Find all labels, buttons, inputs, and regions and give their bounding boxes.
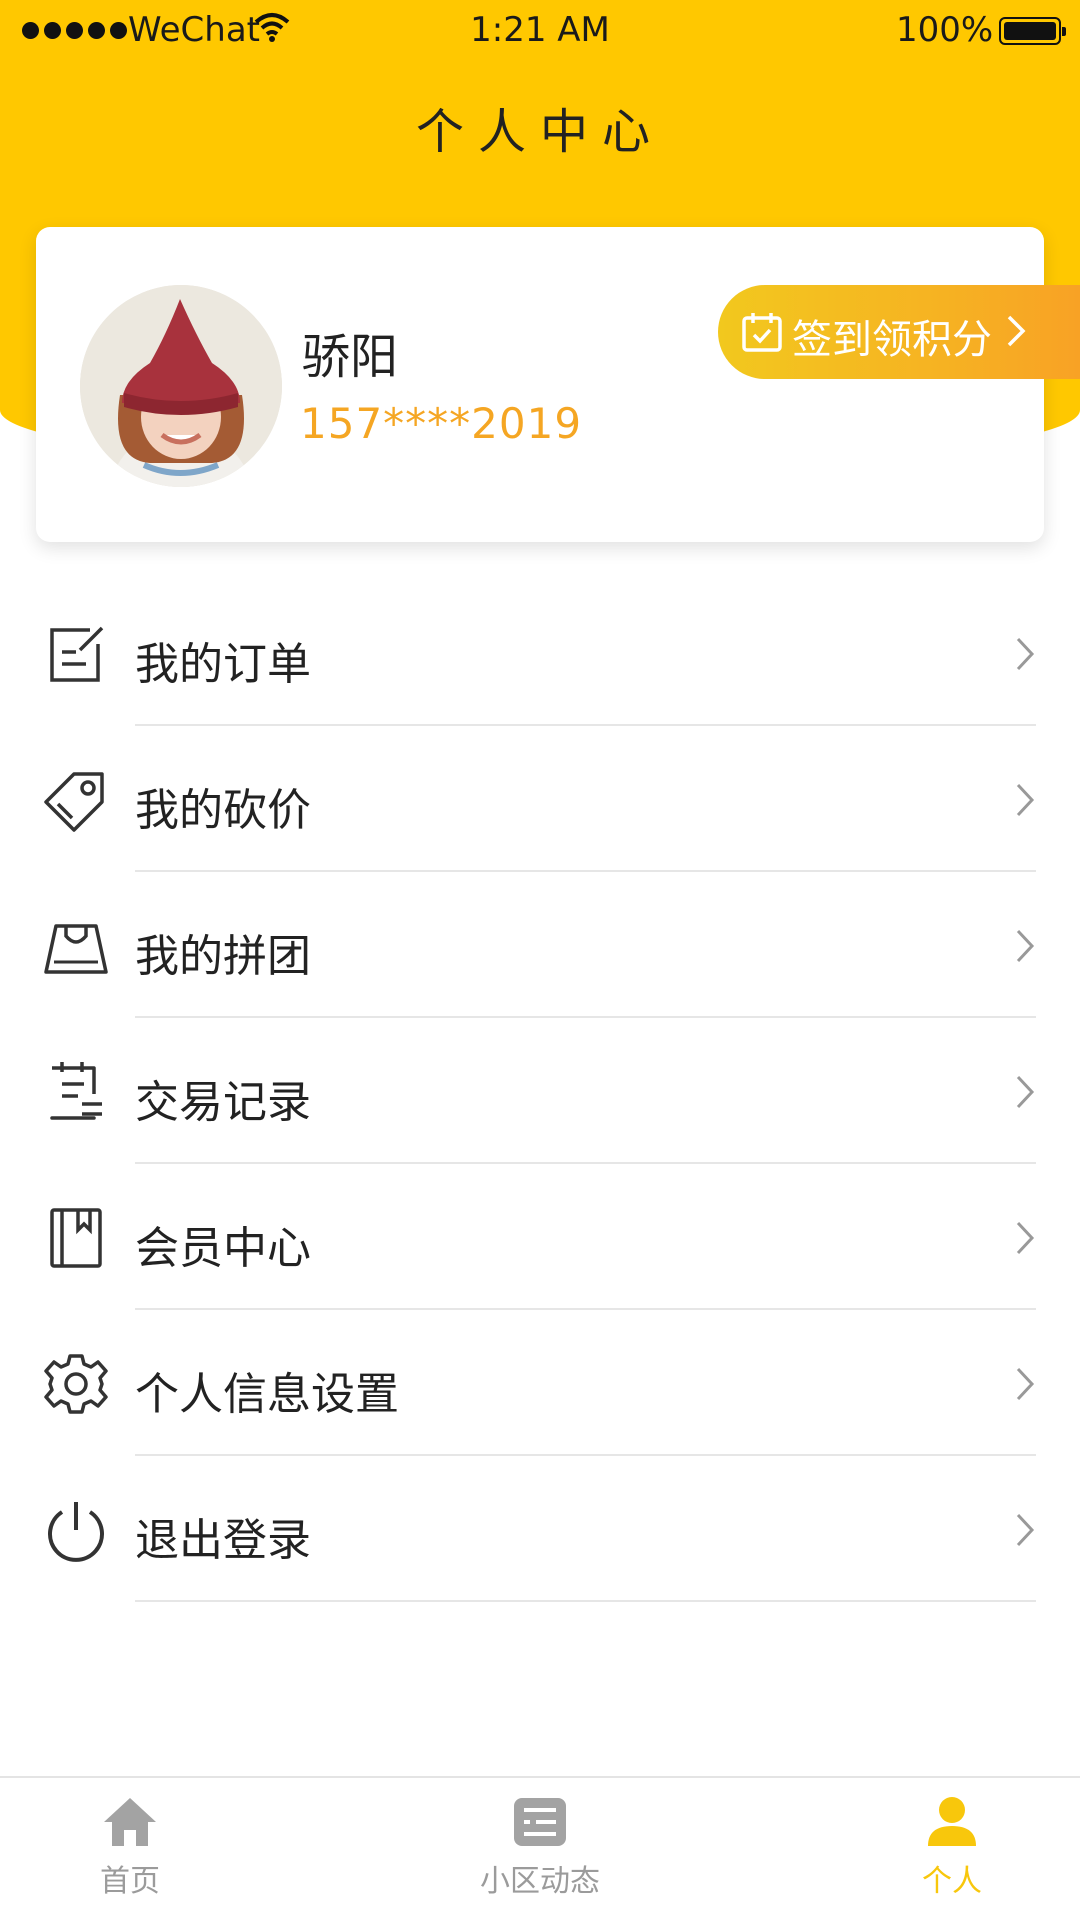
person-icon bbox=[928, 1797, 976, 1846]
gear-icon bbox=[44, 1354, 108, 1414]
chevron-right-icon bbox=[1016, 929, 1035, 963]
page-title: 个人中心 bbox=[415, 104, 664, 160]
tab-label: 首页 bbox=[100, 1864, 160, 1899]
battery-icon bbox=[999, 17, 1066, 45]
battery-percent: 100% bbox=[896, 10, 994, 50]
menu-item-label: 个人信息设置 bbox=[135, 1369, 399, 1420]
tab-personal[interactable]: 个人 bbox=[852, 1796, 1052, 1900]
avatar[interactable] bbox=[80, 285, 282, 487]
tab-label: 小区动态 bbox=[480, 1864, 600, 1899]
tab-home[interactable]: 首页 bbox=[30, 1796, 230, 1900]
news-icon bbox=[514, 1798, 566, 1846]
tab-label: 个人 bbox=[922, 1864, 982, 1899]
chevron-right-icon bbox=[1016, 783, 1035, 817]
menu-item-bargain[interactable]: 我的砍价 bbox=[0, 726, 1080, 872]
chevron-right-icon bbox=[1016, 1367, 1035, 1401]
user-phone: 157****2019 bbox=[300, 399, 583, 448]
menu-item-transactions[interactable]: 交易记录 bbox=[0, 1018, 1080, 1164]
menu-item-label: 交易记录 bbox=[135, 1077, 311, 1128]
chevron-right-icon bbox=[1016, 637, 1035, 671]
menu-item-label: 会员中心 bbox=[135, 1223, 311, 1274]
power-icon bbox=[48, 1502, 104, 1562]
divider bbox=[135, 1600, 1036, 1602]
chevron-right-icon bbox=[1016, 1513, 1035, 1547]
calendar-check-icon bbox=[742, 313, 782, 352]
sign-in-button[interactable]: 签到领积分 bbox=[718, 285, 1080, 379]
shopping-bag-icon bbox=[44, 924, 108, 974]
menu-item-label: 退出登录 bbox=[135, 1515, 311, 1566]
order-icon bbox=[50, 626, 104, 682]
menu-item-orders[interactable]: 我的订单 bbox=[0, 580, 1080, 726]
receipt-icon bbox=[50, 1062, 102, 1120]
menu-item-profile-settings[interactable]: 个人信息设置 bbox=[0, 1310, 1080, 1456]
menu-item-label: 我的拼团 bbox=[135, 931, 311, 982]
menu-item-logout[interactable]: 退出登录 bbox=[0, 1456, 1080, 1602]
home-icon bbox=[104, 1798, 156, 1846]
chevron-right-icon bbox=[1016, 1075, 1035, 1109]
menu-item-membership[interactable]: 会员中心 bbox=[0, 1164, 1080, 1310]
menu-item-group-buy[interactable]: 我的拼团 bbox=[0, 872, 1080, 1018]
sign-in-label: 签到领积分 bbox=[792, 317, 992, 363]
user-name: 骄阳 bbox=[302, 329, 399, 385]
chevron-right-icon bbox=[1016, 1221, 1035, 1255]
profile-card: 骄阳 157****2019 bbox=[36, 227, 1044, 542]
menu-item-label: 我的砍价 bbox=[135, 785, 311, 836]
price-tag-icon bbox=[44, 772, 104, 832]
menu-item-label: 我的订单 bbox=[135, 639, 311, 690]
tab-bar: 首页 小区动态 个人 bbox=[0, 1776, 1080, 1922]
status-bar: WeChat 1:21 AM 100% bbox=[0, 0, 1080, 62]
book-icon bbox=[50, 1208, 102, 1268]
tab-news[interactable]: 小区动态 bbox=[440, 1796, 640, 1900]
chevron-right-icon bbox=[1007, 315, 1026, 347]
